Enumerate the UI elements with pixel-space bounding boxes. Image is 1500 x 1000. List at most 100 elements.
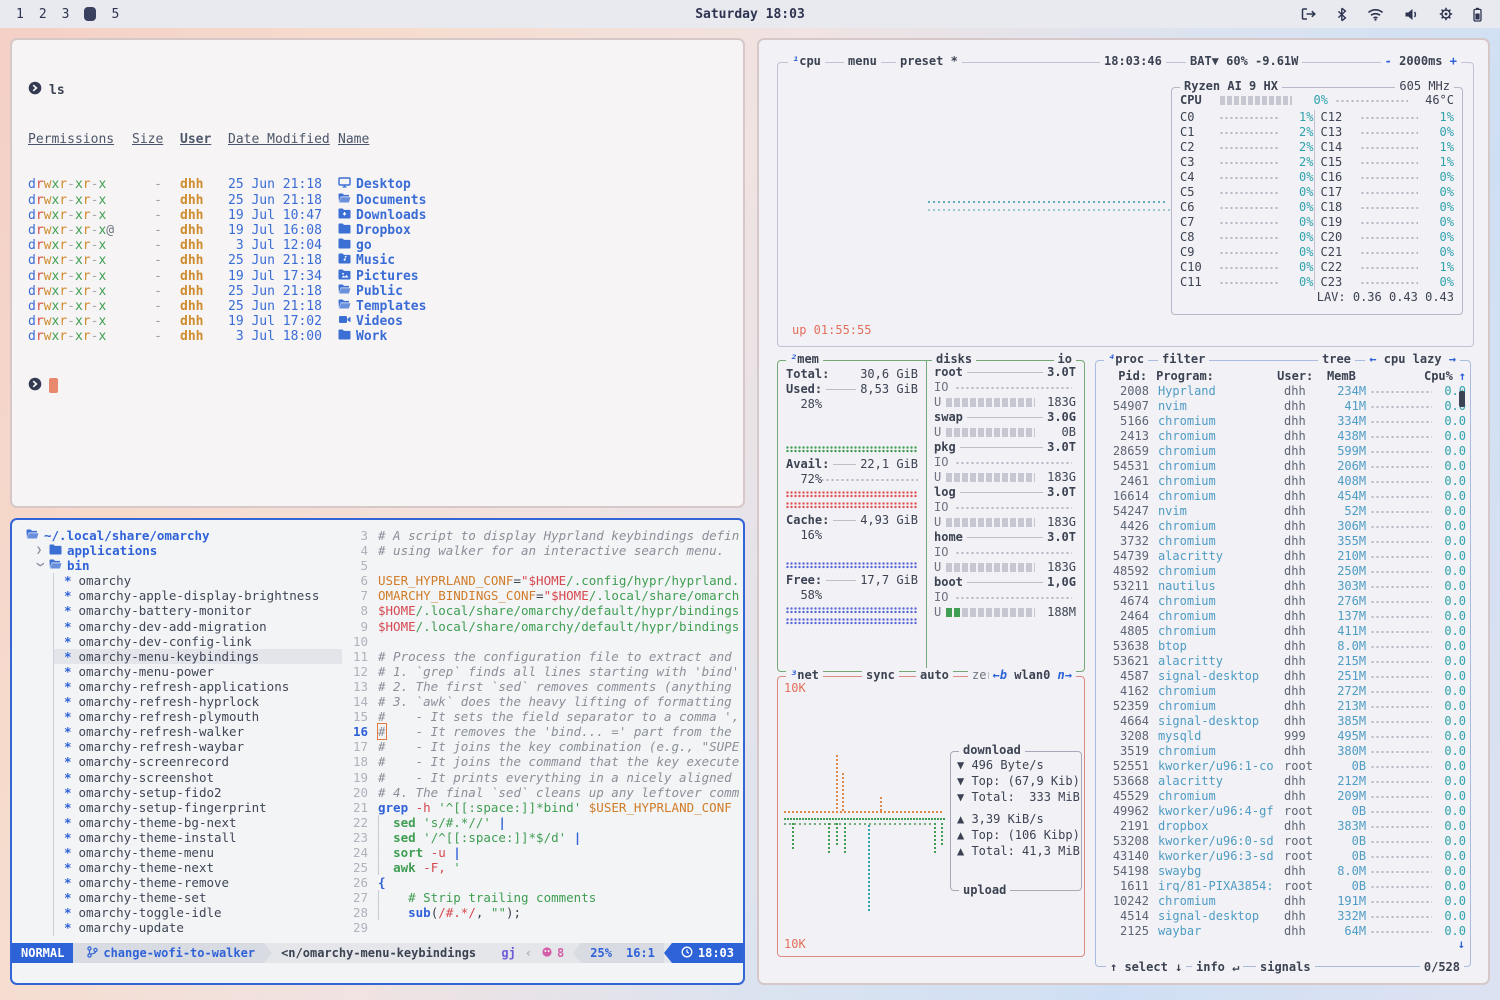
proc-signals-hint[interactable]: signals	[1256, 960, 1315, 975]
tree-item-omarchy-update[interactable]: *omarchy-update	[54, 920, 342, 935]
tree-item-omarchy-refresh-applications[interactable]: *omarchy-refresh-applications	[54, 679, 342, 694]
proc-info-hint[interactable]: info ↵	[1192, 960, 1243, 975]
tree-item-omarchy-dev-config-link[interactable]: *omarchy-dev-config-link	[54, 634, 342, 649]
proc-row[interactable]: 4514signal-desktopdhh332M0.0	[1104, 909, 1466, 924]
proc-row[interactable]: 53638btopdhh8.0M0.0	[1104, 639, 1466, 654]
wifi-icon[interactable]	[1367, 8, 1384, 21]
tree-item-omarchy-screenshot[interactable]: *omarchy-screenshot	[54, 770, 342, 785]
proc-row[interactable]: 54907nvimdhh41M0.0	[1104, 399, 1466, 414]
scroll-down-arrow[interactable]: ↓	[1458, 937, 1465, 952]
mem-panel-title[interactable]: ²mem	[786, 352, 823, 367]
prompt-row-2[interactable]	[28, 378, 743, 394]
proc-row[interactable]: 2413chromiumdhh438M0.0	[1104, 429, 1466, 444]
name-cell[interactable]: Music	[324, 253, 395, 268]
proc-row[interactable]: 52359chromiumdhh213M0.0	[1104, 699, 1466, 714]
tree-item-omarchy-theme-remove[interactable]: *omarchy-theme-remove	[54, 875, 342, 890]
proc-row[interactable]: 48592chromiumdhh250M0.0	[1104, 564, 1466, 579]
proc-row[interactable]: 4162chromiumdhh272M0.0	[1104, 684, 1466, 699]
tree-item-omarchy-refresh-hyprlock[interactable]: *omarchy-refresh-hyprlock	[54, 694, 342, 709]
monitor-window[interactable]: ¹cpu menu preset * 18:03:46 BAT▼ 60% -9.…	[757, 38, 1490, 985]
proc-row[interactable]: 53211nautilusdhh303M0.0	[1104, 579, 1466, 594]
preset-button[interactable]: preset *	[896, 54, 962, 69]
proc-row[interactable]: 54739alacrittydhh210M0.0	[1104, 549, 1466, 564]
proc-row[interactable]: 53621alacrittydhh215M0.0	[1104, 654, 1466, 669]
code-pane[interactable]: 3# A script to display Hyprland keybindi…	[342, 520, 743, 943]
proc-row[interactable]: 2464chromiumdhh137M0.0	[1104, 609, 1466, 624]
net-auto-button[interactable]: auto	[916, 668, 953, 683]
proc-row[interactable]: 43140kworker/u96:3-sdroot0B0.0	[1104, 849, 1466, 864]
proc-row[interactable]: 3519chromiumdhh380M0.0	[1104, 744, 1466, 759]
scroll-up-arrow[interactable]: ↑	[1453, 369, 1466, 384]
name-cell[interactable]: Dropbox	[324, 223, 411, 238]
tree-dir-applications[interactable]: ❯applications	[12, 543, 342, 558]
menu-button[interactable]: menu	[844, 54, 881, 69]
disks-io-title[interactable]: io	[1054, 352, 1076, 367]
proc-row[interactable]: 54198swaybgdhh8.0M0.0	[1104, 864, 1466, 879]
iface-prev[interactable]: ←b	[993, 668, 1007, 682]
tree-item-omarchy-dev-add-migration[interactable]: *omarchy-dev-add-migration	[54, 619, 342, 634]
tree-item-omarchy-theme-bg-next[interactable]: *omarchy-theme-bg-next	[54, 815, 342, 830]
tree-item-omarchy-theme-set[interactable]: *omarchy-theme-set	[54, 890, 342, 905]
proc-row[interactable]: 4805chromiumdhh411M0.0	[1104, 624, 1466, 639]
proc-select-hint[interactable]: ↑ select ↓	[1106, 960, 1186, 975]
proc-row[interactable]: 53208kworker/u96:0-sdroot0B0.0	[1104, 834, 1466, 849]
proc-col-cpu[interactable]: Cpu%	[1424, 369, 1453, 384]
proc-sort-control[interactable]: ← cpu lazy →	[1365, 352, 1460, 367]
proc-panel-title[interactable]: ⁴proc	[1104, 352, 1148, 367]
proc-row[interactable]: 52551kworker/u96:1-coroot0B0.0	[1104, 759, 1466, 774]
tree-item-omarchy-theme-install[interactable]: *omarchy-theme-install	[54, 830, 342, 845]
sort-next[interactable]: →	[1449, 352, 1456, 366]
proc-tree-button[interactable]: tree	[1318, 352, 1355, 367]
proc-filter-button[interactable]: filter	[1158, 352, 1209, 367]
name-cell[interactable]: Desktop	[324, 177, 411, 192]
proc-col-user[interactable]: User:	[1275, 369, 1316, 384]
iface-next[interactable]: n→	[1058, 668, 1072, 682]
tree-item-omarchy-setup-fido2[interactable]: *omarchy-setup-fido2	[54, 785, 342, 800]
proc-row[interactable]: 28659chromiumdhh599M0.0	[1104, 444, 1466, 459]
tree-item-omarchy-apple-display-brightness[interactable]: *omarchy-apple-display-brightness	[54, 588, 342, 603]
name-cell[interactable]: Pictures	[324, 269, 419, 284]
proc-col-program[interactable]: Program:	[1147, 369, 1275, 384]
proc-row[interactable]: 3732chromiumdhh355M0.0	[1104, 534, 1466, 549]
proc-row[interactable]: 3208mysqld999495M0.0	[1104, 729, 1466, 744]
tree-item-omarchy-refresh-walker[interactable]: *omarchy-refresh-walker	[54, 724, 342, 739]
net-sync-button[interactable]: sync	[862, 668, 899, 683]
proc-col-pid[interactable]: Pid:	[1104, 369, 1147, 384]
tree-item-omarchy-refresh-waybar[interactable]: *omarchy-refresh-waybar	[54, 739, 342, 754]
tree-item-omarchy-battery-monitor[interactable]: *omarchy-battery-monitor	[54, 603, 342, 618]
name-cell[interactable]: go	[324, 238, 372, 253]
interval-plus[interactable]: +	[1450, 54, 1457, 68]
cpu-panel-title[interactable]: ¹cpu	[788, 54, 825, 69]
disks-panel-title[interactable]: disks	[932, 352, 976, 367]
tree-item-omarchy-screenrecord[interactable]: *omarchy-screenrecord	[54, 754, 342, 769]
tree-item-omarchy-toggle-idle[interactable]: *omarchy-toggle-idle	[54, 905, 342, 920]
tree-dir-bin[interactable]: ❯bin	[12, 558, 342, 573]
name-cell[interactable]: Documents	[324, 193, 426, 208]
tree-item-omarchy-menu-keybindings[interactable]: *omarchy-menu-keybindings	[54, 649, 342, 664]
proc-row[interactable]: 2008Hyprlanddhh234M0.0	[1104, 384, 1466, 399]
editor-window[interactable]: ~/.local/share/omarchy❯applications❯bin*…	[10, 518, 745, 985]
proc-row[interactable]: 4426chromiumdhh306M0.0	[1104, 519, 1466, 534]
proc-col-mem[interactable]: MemB	[1317, 369, 1356, 384]
proc-row[interactable]: 5166chromiumdhh334M0.0	[1104, 414, 1466, 429]
name-cell[interactable]: Videos	[324, 314, 403, 329]
tree-item-omarchy-setup-fingerprint[interactable]: *omarchy-setup-fingerprint	[54, 800, 342, 815]
tree-item-omarchy-theme-menu[interactable]: *omarchy-theme-menu	[54, 845, 342, 860]
proc-row[interactable]: 10242chromiumdhh191M0.0	[1104, 894, 1466, 909]
tree-item-omarchy-refresh-plymouth[interactable]: *omarchy-refresh-plymouth	[54, 709, 342, 724]
name-cell[interactable]: Downloads	[324, 208, 426, 223]
name-cell[interactable]: Public	[324, 284, 403, 299]
proc-scrollbar-thumb[interactable]	[1459, 391, 1465, 407]
proc-row[interactable]: 45529chromiumdhh209M0.0	[1104, 789, 1466, 804]
terminal-window[interactable]: ls PermissionsSizeUserDate ModifiedName …	[10, 38, 745, 508]
tree-item-omarchy-theme-next[interactable]: *omarchy-theme-next	[54, 860, 342, 875]
name-cell[interactable]: Work	[324, 329, 387, 344]
net-interface[interactable]: ←b wlan0 n→	[989, 668, 1077, 683]
proc-row[interactable]: 1611irq/81-PIXA3854:root0B0.0	[1104, 879, 1466, 894]
proc-row[interactable]: 49962kworker/u96:4-gfroot0B0.0	[1104, 804, 1466, 819]
proc-row[interactable]: 2125waybardhh64M0.0	[1104, 924, 1466, 939]
logout-icon[interactable]	[1300, 7, 1317, 21]
gear-icon[interactable]	[1439, 7, 1453, 21]
interval-minus[interactable]: -	[1385, 54, 1392, 68]
proc-row[interactable]: 16614chromiumdhh454M0.0	[1104, 489, 1466, 504]
